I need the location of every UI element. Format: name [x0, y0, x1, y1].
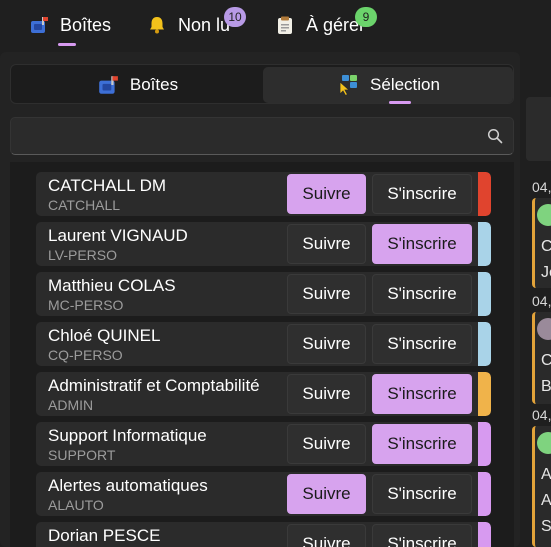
segment-selection-button[interactable]: Sélection: [263, 67, 513, 104]
follow-button[interactable]: Suivre: [287, 424, 366, 464]
message-subject-initial: Je: [541, 264, 551, 281]
mailbox-list: CATCHALL DM CATCHALL Suivre S'inscrire L…: [10, 162, 514, 547]
mailbox-color-stripe: [478, 172, 491, 216]
mailbox-name: Administratif et Comptabilité: [48, 376, 260, 395]
subscribe-button[interactable]: S'inscrire: [372, 524, 472, 547]
follow-button[interactable]: Suivre: [287, 474, 366, 514]
mailbox-name: Chloé QUINEL: [48, 326, 161, 345]
mailbox-color-stripe: [478, 472, 491, 516]
mailbox-row: Support Informatique SUPPORT Suivre S'in…: [36, 422, 491, 466]
mailbox-name: CATCHALL DM: [48, 176, 167, 195]
message-subject-initial: A: [541, 492, 551, 509]
segment-boites-button[interactable]: Boîtes: [13, 67, 261, 103]
message-sender-initial: C: [541, 352, 551, 369]
tab-non-lu[interactable]: Non lu: [146, 8, 230, 42]
message-date: 04,: [532, 293, 551, 309]
mailbox-code: CATCHALL: [48, 197, 121, 213]
top-tab-bar: Boîtes Non lu 10 À gérer 9: [0, 0, 551, 52]
active-segment-indicator: [389, 101, 411, 104]
mailbox-color-stripe: [478, 272, 491, 316]
active-tab-indicator: [58, 43, 76, 46]
tab-a-gerer[interactable]: À gérer: [274, 8, 365, 42]
tab-boites-label: Boîtes: [60, 14, 112, 35]
subscribe-button[interactable]: S'inscrire: [372, 274, 472, 314]
follow-button[interactable]: Suivre: [287, 374, 366, 414]
subscribe-button[interactable]: S'inscrire: [372, 474, 472, 514]
message-sender-initial: A: [541, 466, 551, 483]
mailbox-name: Laurent VIGNAUD: [48, 226, 188, 245]
message-date: 04,: [532, 407, 551, 423]
view-segment-control: Boîtes Sélection: [10, 64, 514, 104]
mailbox-name: Support Informatique: [48, 426, 207, 445]
subscribe-button[interactable]: S'inscrire: [372, 424, 472, 464]
mailbox-row: Matthieu COLAS MC-PERSO Suivre S'inscrir…: [36, 272, 491, 316]
message-pane-partial: 04, C Je 04, C B 04, A A S: [526, 52, 551, 547]
message-date: 04,: [532, 179, 551, 195]
mailbox-code: LV-PERSO: [48, 247, 117, 263]
mailbox-row: Dorian PESCE Suivre S'inscrire: [36, 522, 491, 547]
mailbox-color-stripe: [478, 522, 491, 547]
message-sender-initial: C: [541, 238, 551, 255]
mailbox-row: Alertes automatiques ALAUTO Suivre S'ins…: [36, 472, 491, 516]
mailbox-code: ALAUTO: [48, 497, 104, 513]
mailbox-icon: [96, 73, 120, 97]
bell-icon: [146, 14, 168, 36]
mailbox-row: Laurent VIGNAUD LV-PERSO Suivre S'inscri…: [36, 222, 491, 266]
mailbox-row: Administratif et Comptabilité ADMIN Suiv…: [36, 372, 491, 416]
message-pane-header: [526, 97, 551, 161]
subscribe-button[interactable]: S'inscrire: [372, 174, 472, 214]
mailbox-code: MC-PERSO: [48, 297, 124, 313]
follow-button[interactable]: Suivre: [287, 174, 366, 214]
mailbox-row: Chloé QUINEL CQ-PERSO Suivre S'inscrire: [36, 322, 491, 366]
message-preview-initial: S: [541, 518, 551, 535]
message-subject-initial: B: [541, 378, 551, 395]
unread-count-badge: 10: [224, 7, 246, 27]
mailbox-color-stripe: [478, 422, 491, 466]
follow-button[interactable]: Suivre: [287, 224, 366, 264]
search-icon[interactable]: [487, 128, 503, 144]
mailbox-color-stripe: [478, 322, 491, 366]
mailbox-code: ADMIN: [48, 397, 94, 413]
mailbox-name: Dorian PESCE: [48, 526, 161, 545]
mailbox-row: CATCHALL DM CATCHALL Suivre S'inscrire: [36, 172, 491, 216]
mailbox-code: CQ-PERSO: [48, 347, 123, 363]
mailbox-name: Matthieu COLAS: [48, 276, 176, 295]
subscribe-button[interactable]: S'inscrire: [372, 374, 472, 414]
app-window: Boîtes Non lu 10 À gérer 9 Boîtes Sélect…: [0, 0, 551, 547]
todo-count-badge: 9: [355, 7, 377, 27]
follow-button[interactable]: Suivre: [287, 324, 366, 364]
follow-button[interactable]: Suivre: [287, 274, 366, 314]
mailbox-name: Alertes automatiques: [48, 476, 208, 495]
mailbox-color-stripe: [478, 372, 491, 416]
search-input[interactable]: [21, 118, 481, 154]
segment-selection-label: Sélection: [370, 75, 440, 94]
search-box: [10, 117, 514, 155]
tab-boites[interactable]: Boîtes: [28, 8, 112, 46]
mailbox-panel: Boîtes Sélection CATCHALL DM CATCHALL Su…: [0, 52, 520, 547]
mailbox-icon: [28, 14, 50, 36]
follow-button[interactable]: Suivre: [287, 524, 366, 547]
subscribe-button[interactable]: S'inscrire: [372, 324, 472, 364]
mailbox-color-stripe: [478, 222, 491, 266]
segment-boites-label: Boîtes: [129, 75, 179, 94]
mailbox-code: SUPPORT: [48, 447, 116, 463]
selection-pointer-icon: [336, 73, 360, 97]
subscribe-button[interactable]: S'inscrire: [372, 224, 472, 264]
clipboard-icon: [274, 14, 296, 36]
tab-non-lu-label: Non lu: [178, 14, 231, 35]
